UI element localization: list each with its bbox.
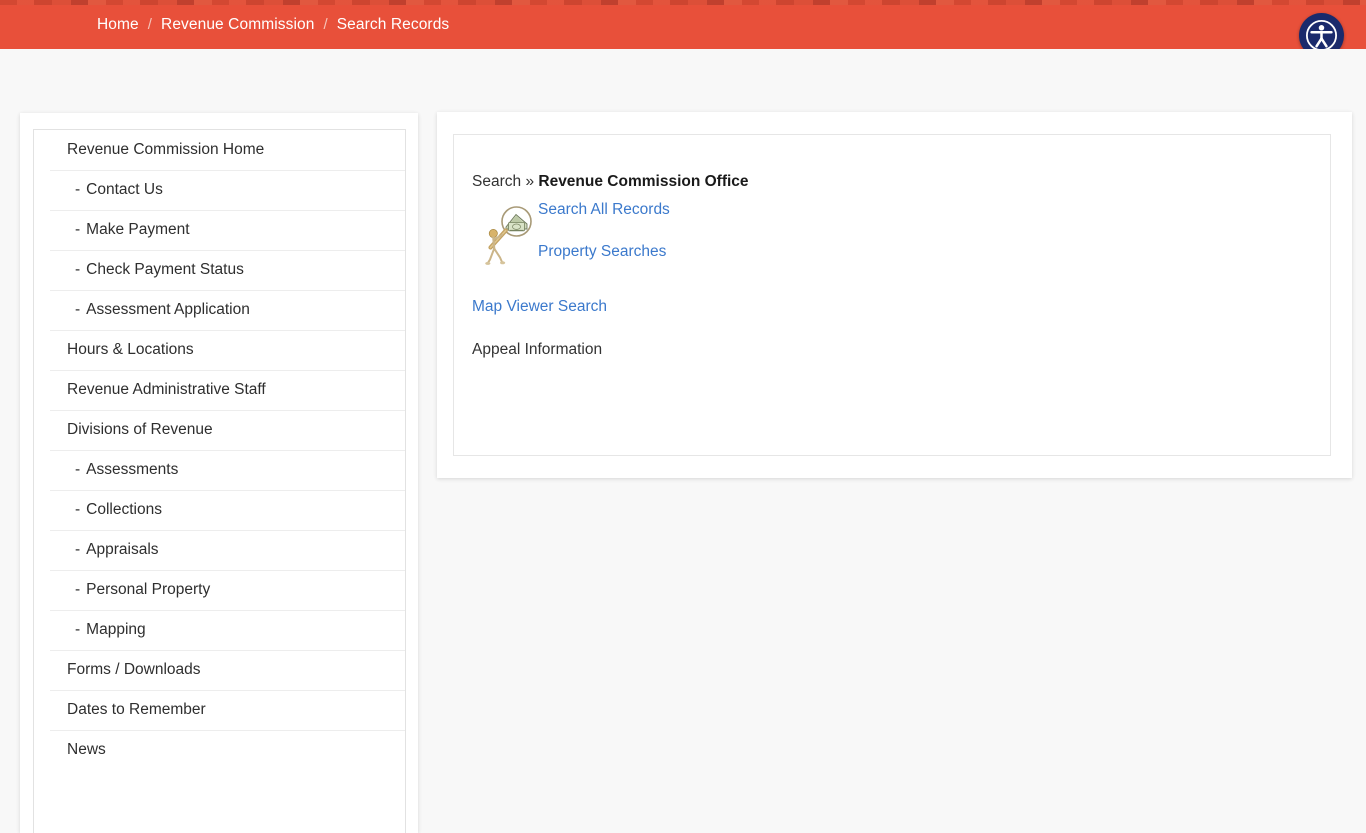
page-title: Search » Revenue Commission Office [472,173,1312,191]
sidebar-item-label: Assessment Application [86,301,250,318]
page-title-separator: » [525,173,535,190]
sidebar-item-contact-us[interactable]: - Contact Us [34,170,405,210]
breadcrumb-link-home[interactable]: Home [97,16,139,34]
sidebar-item-label: Check Payment Status [86,261,244,278]
sidebar-item-label: Hours & Locations [67,341,194,358]
breadcrumb-separator: / [323,16,328,33]
sidebar-item-dash: - [75,301,81,318]
sidebar-nav-list: Revenue Commission Home - Contact Us - M… [34,130,405,770]
breadcrumb-link-search-records[interactable]: Search Records [337,16,450,34]
sidebar-item-label: Appraisals [86,541,159,558]
search-links-group: Search All Records Property Searches [472,200,1312,274]
sidebar-item-dash: - [75,621,81,638]
link-search-all-records[interactable]: Search All Records [538,201,670,219]
sidebar-item-personal-property[interactable]: - Personal Property [34,570,405,610]
sidebar-item-dash: - [75,261,81,278]
sidebar-item-check-payment-status[interactable]: - Check Payment Status [34,250,405,290]
top-breadcrumb-bar: Home / Revenue Commission / Search Recor… [0,0,1366,49]
sidebar-item-label: Collections [86,501,162,518]
accessibility-person-icon [1306,20,1337,49]
accessibility-button[interactable] [1299,13,1344,49]
sidebar-item-label: Assessments [86,461,179,478]
sidebar-item-label: Contact Us [86,181,163,198]
sidebar-card: Revenue Commission Home - Contact Us - M… [20,113,418,833]
breadcrumb-link-revenue-commission[interactable]: Revenue Commission [161,16,314,34]
sidebar-item-label: Mapping [86,621,146,638]
sidebar-item-assessment-application[interactable]: - Assessment Application [34,290,405,330]
sidebar-item-make-payment[interactable]: - Make Payment [34,210,405,250]
breadcrumb-separator: / [147,16,153,33]
sidebar-item-dash: - [75,581,81,598]
sidebar-item-label: Dates to Remember [67,701,206,718]
appeal-information-row: Appeal Information [472,341,1312,359]
sidebar-item-hours-and-locations[interactable]: Hours & Locations [34,330,405,370]
sidebar-item-dash: - [75,221,81,238]
sidebar-item-dash: - [75,501,81,518]
sidebar-item-collections[interactable]: - Collections [34,490,405,530]
sidebar-item-divisions-of-revenue[interactable]: Divisions of Revenue [34,410,405,450]
search-all-records-row: Search All Records [538,201,1312,219]
page-title-prefix: Search [472,173,522,190]
main-content: Search » Revenue Commission Office Searc… [472,173,1312,359]
search-link-stack: Search All Records [472,200,1312,219]
magnifying-glass-money-icon [485,206,532,265]
link-map-viewer-search[interactable]: Map Viewer Search [472,298,607,316]
sidebar-item-label: News [67,741,106,758]
sidebar-item-revenue-commission-home[interactable]: Revenue Commission Home [34,130,405,170]
sidebar-item-mapping[interactable]: - Mapping [34,610,405,650]
sidebar-item-revenue-administrative-staff[interactable]: Revenue Administrative Staff [34,370,405,410]
sidebar-item-label: Revenue Commission Home [67,141,265,158]
sidebar-panel: Revenue Commission Home - Contact Us - M… [33,129,406,833]
sidebar-item-label: Personal Property [86,581,211,598]
page-body: Revenue Commission Home - Contact Us - M… [0,49,1366,833]
link-property-searches[interactable]: Property Searches [538,243,666,261]
sidebar-item-label: Forms / Downloads [67,661,201,678]
sidebar-item-label: Revenue Administrative Staff [67,381,266,398]
sidebar-item-news[interactable]: News [34,730,405,770]
map-viewer-search-row: Map Viewer Search [472,298,1312,316]
property-searches-row: Property Searches [472,243,1312,261]
page-title-office: Revenue Commission Office [538,173,749,190]
sidebar-item-label: Divisions of Revenue [67,421,213,438]
main-content-card: Search » Revenue Commission Office Searc… [437,112,1352,478]
sidebar-item-assessments[interactable]: - Assessments [34,450,405,490]
appeal-information-label: Appeal Information [472,341,603,358]
breadcrumb: Home / Revenue Commission / Search Recor… [97,0,449,49]
sidebar-item-forms-downloads[interactable]: Forms / Downloads [34,650,405,690]
sidebar-item-appraisals[interactable]: - Appraisals [34,530,405,570]
sidebar-item-dash: - [75,541,81,558]
sidebar-item-label: Make Payment [86,221,190,238]
sidebar-item-dates-to-remember[interactable]: Dates to Remember [34,690,405,730]
sidebar-item-dash: - [75,461,81,478]
main-content-panel: Search » Revenue Commission Office Searc… [453,134,1331,456]
sidebar-item-dash: - [75,181,81,198]
